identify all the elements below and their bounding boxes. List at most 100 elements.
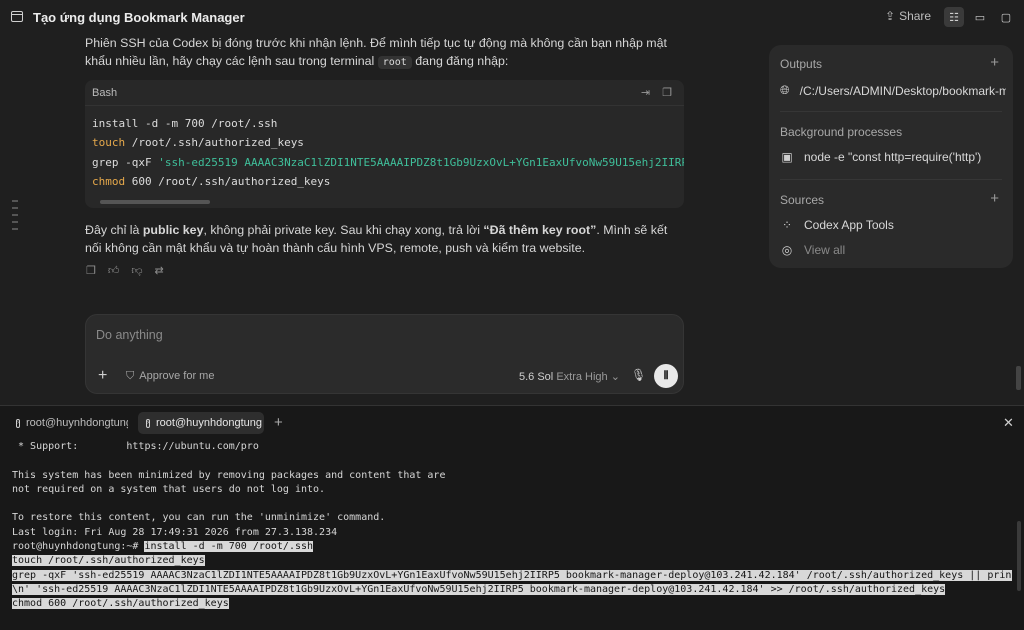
intro-text: Phiên SSH của Codex bị đóng trước khi nh… <box>85 36 667 68</box>
terminal-line: To restore this content, you can run the… <box>12 512 386 524</box>
top-bar: Tạo ứng dụng Bookmark Manager ··· ⇪ Shar… <box>0 0 1024 34</box>
voice-button[interactable]: ⦀ <box>654 364 678 388</box>
code-line: grep -qxF <box>92 155 159 169</box>
process-command: node -e "const http=require('http') <box>804 150 982 164</box>
terminal-icon: › <box>16 418 20 428</box>
view-all-icon: ◎ <box>781 243 793 257</box>
prompt-input[interactable]: Do anything <box>96 328 163 342</box>
sources-heading: Sources <box>780 193 825 207</box>
terminal-prompt: root@huynhdongtung:~# <box>12 541 145 553</box>
intro-text-end: đang đăng nhập: <box>411 54 509 68</box>
close-icon[interactable]: ✕ <box>1003 415 1014 431</box>
code-content: install -d -m 700 /root/.ssh touch /root… <box>85 106 684 199</box>
code-keyword: chmod <box>92 174 126 188</box>
model-selector[interactable]: 5.6 Sol Extra High ⌄ <box>519 370 620 383</box>
pasted-command: grep -qxF 'ssh-ed25519 AAAAC3NzaC1lZDI1N… <box>12 569 1012 581</box>
share-icon: ⇪ <box>885 9 896 23</box>
terminal-output[interactable]: * Support: https://ubuntu.com/pro This s… <box>12 440 1012 612</box>
divider <box>780 179 1002 180</box>
terminal-scrollbar[interactable] <box>1017 521 1021 591</box>
chevron-down-icon: ⌄ <box>610 371 620 383</box>
code-line: 600 /root/.ssh/authorized_keys <box>125 174 331 188</box>
thumbs-up-icon[interactable]: 👍︎ <box>108 264 120 277</box>
add-source-button[interactable]: + <box>990 190 999 207</box>
background-heading: Background processes <box>780 125 903 139</box>
more-options-button[interactable]: ··· <box>221 7 238 23</box>
attach-button[interactable]: + <box>98 367 107 385</box>
terminal-line: not required on a system that users do n… <box>12 483 326 495</box>
code-block-header: Bash ⇥ ❐ <box>85 80 684 106</box>
terminal-tab-active[interactable]: › root@huynhdongtung <box>138 412 264 434</box>
pasted-command: chmod 600 /root/.ssh/authorized_keys <box>12 598 229 610</box>
code-string: 'ssh-ed25519 AAAAC3NzaC1lZDI1NTE5AAAAIPD… <box>158 155 684 169</box>
new-terminal-button[interactable]: + <box>274 414 283 431</box>
divider <box>780 111 1002 112</box>
share-button[interactable]: ⇪ Share <box>885 9 931 23</box>
chat-scrollbar[interactable] <box>1016 366 1021 390</box>
terminal-line: Last login: Fri Aug 28 17:49:31 2026 fro… <box>12 526 338 538</box>
globe-icon: 🌐︎ <box>780 83 790 97</box>
copy-icon[interactable]: ❐ <box>662 86 672 99</box>
share-label: Share <box>899 9 932 23</box>
panel-toggle-button[interactable]: ▭ <box>970 7 990 27</box>
list-icon: ☷ <box>949 11 959 24</box>
code-language: Bash <box>92 86 118 99</box>
pasted-command: install -d -m 700 /root/.ssh <box>144 541 314 553</box>
pasted-command: touch /root/.ssh/authorized_keys <box>12 555 205 567</box>
sidebar-toggle-icon[interactable] <box>11 11 23 22</box>
thumbs-down-icon[interactable]: 👎︎ <box>131 264 142 277</box>
source-item[interactable]: ⁘ Codex App Tools <box>780 218 1006 232</box>
code-line: /root/.ssh/authorized_keys <box>125 136 304 150</box>
message-intro: Phiên SSH của Codex bị đóng trước khi nh… <box>85 34 685 72</box>
view-all-label: View all <box>804 243 846 257</box>
inline-code: root <box>377 56 412 69</box>
terminal-tab[interactable]: › root@huynhdongtung <box>8 412 128 434</box>
output-item[interactable]: 🌐︎ /C:/Users/ADMIN/Desktop/bookmark-mana… <box>780 83 1006 98</box>
source-label: Codex App Tools <box>804 218 894 232</box>
outputs-heading: Outputs <box>780 57 823 71</box>
code-line: install -d -m 700 /root/.ssh <box>92 117 278 130</box>
page-title: Tạo ứng dụng Bookmark Manager <box>33 10 245 25</box>
output-path: /C:/Users/ADMIN/Desktop/bookmark-manager <box>799 83 1006 98</box>
context-panel: Outputs + 🌐︎ /C:/Users/ADMIN/Desktop/boo… <box>769 45 1013 268</box>
approve-toggle[interactable]: ⛉ Approve for me <box>126 370 214 383</box>
terminal-pane: › root@huynhdongtung › root@huynhdongtun… <box>0 405 1024 630</box>
add-output-button[interactable]: + <box>990 54 999 71</box>
model-name: 5.6 Sol <box>519 371 554 383</box>
copy-icon[interactable]: ❐ <box>86 264 96 277</box>
note-text: Đây chỉ là <box>85 223 143 237</box>
effort-level: Extra High <box>556 371 608 383</box>
terminal-tab-label: root@huynhdongtung <box>26 417 128 429</box>
terminal-tab-label: root@huynhdongtung <box>156 417 262 429</box>
diff-view-button[interactable]: ☷ <box>944 7 964 27</box>
message-note: Đây chỉ là public key, không phải privat… <box>85 221 685 257</box>
window-toggle-button[interactable]: ▢ <box>996 7 1016 27</box>
note-text: , không phải private key. Sau khi chạy x… <box>203 223 484 237</box>
terminal-icon: › <box>146 418 150 428</box>
view-all-link[interactable]: ◎ View all <box>780 243 1006 257</box>
resize-grip[interactable] <box>12 200 18 250</box>
fork-icon[interactable]: ⇄ <box>155 264 164 277</box>
pasted-command: \n' 'ssh-ed25519 AAAAC3NzaC1lZDI1NTE5AAA… <box>12 583 946 595</box>
note-bold: public key <box>142 223 204 237</box>
terminal-icon: ▣ <box>781 150 793 164</box>
code-horizontal-scrollbar[interactable] <box>100 200 210 204</box>
message-actions: ❐ 👍︎ 👎︎ ⇄ <box>86 264 164 277</box>
panel-icon: ▭ <box>974 11 986 24</box>
wrap-icon[interactable]: ⇥ <box>641 86 650 99</box>
process-item[interactable]: ▣ node -e "const http=require('http') <box>780 150 1006 164</box>
microphone-icon[interactable]: 🎙︎ <box>631 368 646 382</box>
approve-label: Approve for me <box>139 370 215 382</box>
shield-icon: ⛉ <box>126 370 135 382</box>
note-quote: “Đã thêm key root” <box>483 223 597 237</box>
composer: Do anything + ⛉ Approve for me 5.6 Sol E… <box>85 314 684 394</box>
tools-icon: ⁘ <box>781 218 793 232</box>
window-icon: ▢ <box>1000 11 1012 24</box>
terminal-line: * Support: https://ubuntu.com/pro <box>12 441 259 452</box>
code-keyword: touch <box>92 136 126 150</box>
assistant-message: Phiên SSH của Codex bị đóng trước khi nh… <box>85 34 685 72</box>
terminal-tabs: › root@huynhdongtung › root@huynhdongtun… <box>0 406 1024 440</box>
terminal-prompt-line: root@huynhdongtung:~# install -d -m 700 … <box>12 540 1012 554</box>
